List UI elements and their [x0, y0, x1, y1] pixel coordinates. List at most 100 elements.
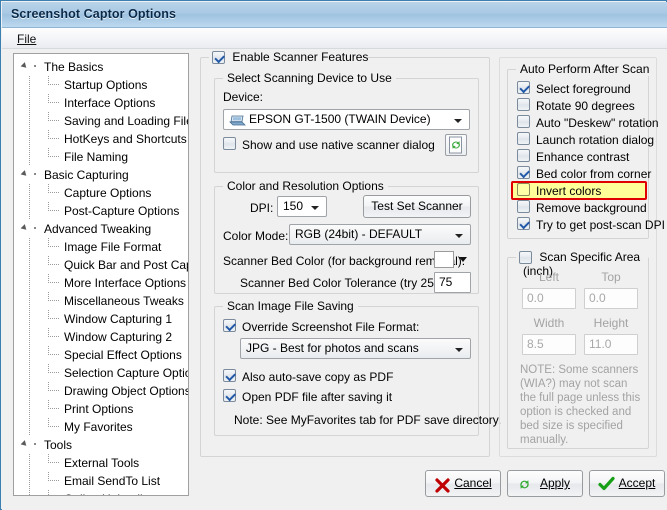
tree-line — [48, 138, 60, 139]
bed-color-swatch[interactable] — [434, 251, 454, 268]
sidebar-item[interactable]: The Basics — [14, 58, 188, 76]
auto-perform-checkbox[interactable] — [517, 183, 530, 196]
tree-line — [48, 84, 60, 85]
native-dialog-label: Show and use native scanner dialog — [242, 138, 435, 152]
native-dialog-checkbox[interactable] — [223, 137, 236, 150]
tree-line — [48, 390, 60, 391]
tree-line — [29, 184, 30, 202]
accept-button[interactable]: Accept — [589, 470, 665, 497]
auto-perform-checkbox[interactable] — [517, 217, 530, 230]
menu-bar: File — [2, 28, 667, 49]
sidebar-item[interactable]: Quick Bar and Post Cap — [14, 256, 189, 274]
sidebar-item[interactable]: Image File Format — [14, 238, 188, 256]
enable-scanner-frame: Enable Scanner Features Select Scanning … — [200, 49, 501, 457]
device-label: Device: — [223, 90, 264, 104]
apply-button[interactable]: Apply — [507, 470, 583, 497]
color-group-caption: Color and Resolution Options — [223, 179, 388, 193]
tree-line — [48, 120, 60, 121]
scan-area-checkbox[interactable] — [519, 251, 532, 264]
sidebar-item[interactable]: HotKeys and Shortcuts — [14, 130, 188, 148]
sidebar-item-label: Quick Bar and Post Cap — [64, 258, 189, 272]
tree-line — [29, 400, 30, 418]
dpi-combo[interactable]: 150 — [277, 196, 327, 217]
auto-perform-item-label: Invert colors — [536, 184, 602, 198]
tree-line — [48, 264, 60, 265]
sidebar-item[interactable]: My Favorites — [14, 418, 188, 436]
sidebar-item[interactable]: Online Uploading — [14, 490, 188, 495]
auto-perform-checkbox[interactable] — [517, 200, 530, 213]
sidebar-item[interactable]: Special Effect Options — [14, 346, 188, 364]
bed-color-label: Scanner Bed Color (for background remova… — [223, 254, 466, 268]
open-pdf-checkbox[interactable] — [223, 389, 236, 402]
expand-arrow-icon[interactable] — [20, 224, 29, 232]
accept-label: Accept — [618, 476, 656, 490]
file-format-combo[interactable]: JPG - Best for photos and scans — [240, 338, 471, 359]
sidebar-item-label: Image File Format — [64, 240, 162, 254]
auto-perform-checkbox[interactable] — [517, 98, 530, 111]
auto-perform-item-label: Rotate 90 degrees — [536, 99, 635, 113]
sidebar-item[interactable]: More Interface Options — [14, 274, 188, 292]
auto-perform-checkbox[interactable] — [517, 115, 530, 128]
menu-item-file[interactable]: File — [12, 31, 41, 47]
sidebar-item[interactable]: Miscellaneous Tweaks — [14, 292, 188, 310]
sidebar-item[interactable]: External Tools — [14, 454, 188, 472]
color-resolution-group: Color and Resolution Options DPI: 150 Te… — [214, 179, 479, 294]
tree-line — [48, 336, 60, 337]
expand-arrow-icon[interactable] — [20, 170, 29, 178]
test-set-scanner-button[interactable]: Test Set Scanner — [363, 195, 471, 218]
sidebar-item[interactable]: Window Capturing 2 — [14, 328, 188, 346]
chevron-down-icon[interactable] — [459, 257, 467, 262]
enable-scanner-checkbox[interactable] — [212, 51, 225, 64]
options-tree[interactable]: The Basics Startup Options Interface Optio… — [13, 53, 189, 496]
sidebar-item[interactable]: Post-Capture Options — [14, 202, 188, 220]
scan-area-checkbox-row[interactable]: Scan Specific Area (inch) — [516, 249, 648, 278]
tolerance-input[interactable]: 75 — [434, 272, 471, 293]
sidebar-item-label: Drawing Object Options — [64, 384, 189, 398]
sidebar-item[interactable]: Saving and Loading Files — [14, 112, 188, 130]
sidebar-item[interactable]: Tools — [14, 436, 188, 454]
saving-group-caption: Scan Image File Saving — [223, 299, 358, 313]
auto-perform-checkbox[interactable] — [517, 81, 530, 94]
options-window: Screenshot Captor Options File The Basic… — [0, 0, 667, 510]
chevron-down-icon — [311, 206, 319, 210]
left-field-input[interactable]: 0.0 — [522, 288, 576, 309]
tree-line — [48, 282, 60, 283]
auto-perform-checkbox[interactable] — [517, 166, 530, 179]
refresh-devices-button[interactable] — [445, 134, 467, 156]
sidebar-item-label: HotKeys and Shortcuts — [64, 132, 187, 146]
sidebar-item[interactable]: Capture Options — [14, 184, 188, 202]
menu-item-file-label: File — [17, 32, 37, 46]
sidebar-item[interactable]: Selection Capture Options — [14, 364, 188, 382]
sidebar-item-label: Window Capturing 2 — [64, 330, 173, 344]
auto-perform-checkbox[interactable] — [517, 132, 530, 145]
tree-line — [48, 156, 60, 157]
expand-arrow-icon[interactable] — [20, 62, 29, 70]
top-field-input[interactable]: 0.0 — [584, 288, 638, 309]
width-field-input[interactable]: 8.5 — [522, 334, 576, 355]
tree-line — [29, 454, 30, 472]
also-pdf-checkbox[interactable] — [223, 369, 236, 382]
sidebar-item[interactable]: Advanced Tweaking — [14, 220, 188, 238]
auto-perform-checkbox[interactable] — [517, 149, 530, 162]
tolerance-label: Scanner Bed Color Tolerance (try 25-100)… — [240, 276, 466, 290]
cancel-button[interactable]: Cancel — [425, 470, 501, 497]
override-format-checkbox[interactable] — [223, 319, 236, 332]
sidebar-item[interactable]: File Naming — [14, 148, 188, 166]
auto-perform-item-label: Remove background — [536, 201, 647, 215]
expand-arrow-icon[interactable] — [20, 440, 29, 448]
sidebar-item[interactable]: Drawing Object Options — [14, 382, 189, 400]
device-combo[interactable]: EPSON GT-1500 (TWAIN Device) — [223, 109, 470, 130]
tree-line — [29, 112, 30, 130]
sidebar-item[interactable]: Interface Options — [14, 94, 188, 112]
sidebar-item[interactable]: Print Options — [14, 400, 188, 418]
sidebar-item[interactable]: Basic Capturing — [14, 166, 188, 184]
sidebar-item[interactable]: Window Capturing 1 — [14, 310, 188, 328]
tree-line — [48, 318, 60, 319]
auto-perform-item-label: Bed color from corner — [536, 167, 652, 181]
height-field-input[interactable]: 11.0 — [584, 334, 638, 355]
sidebar-item[interactable]: Startup Options — [14, 76, 188, 94]
sidebar-item[interactable]: Email SendTo List — [14, 472, 188, 490]
color-mode-combo[interactable]: RGB (24bit) - DEFAULT — [289, 224, 471, 245]
device-group: Select Scanning Device to Use Device: EP… — [214, 71, 479, 173]
enable-scanner-checkbox-row[interactable]: Enable Scanner Features — [209, 49, 368, 65]
